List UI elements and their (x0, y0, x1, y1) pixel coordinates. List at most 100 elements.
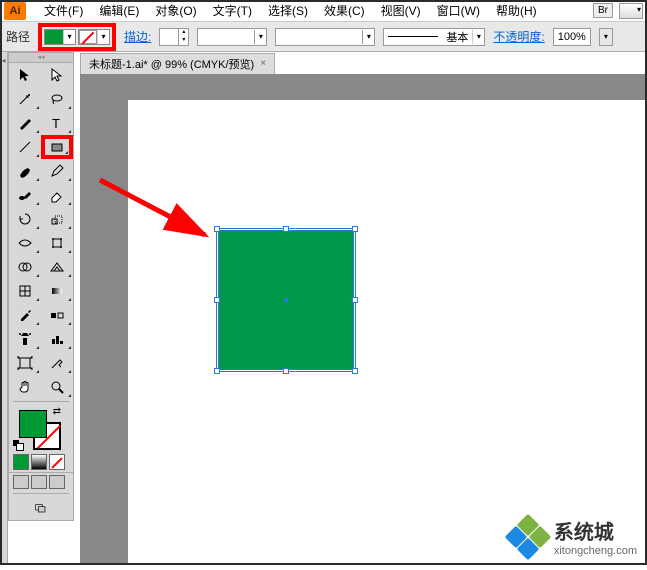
pen-tool[interactable] (9, 111, 41, 135)
gradient-tool[interactable] (41, 279, 73, 303)
stroke-label[interactable]: 描边: (124, 28, 151, 45)
free-transform-tool[interactable] (41, 231, 73, 255)
resize-handle-bottom-left[interactable] (214, 368, 220, 374)
resize-handle-bottom-center[interactable] (283, 368, 289, 374)
lasso-tool[interactable] (41, 87, 73, 111)
tools-panel-grip[interactable] (9, 53, 73, 63)
rotate-tool[interactable] (9, 207, 41, 231)
menu-file[interactable]: 文件(F) (36, 2, 91, 19)
screen-mode-full[interactable] (49, 475, 65, 489)
default-fill-stroke-icon[interactable] (13, 440, 23, 450)
canvas-background[interactable] (80, 74, 647, 565)
fill-swatch-large[interactable] (19, 410, 47, 438)
resize-handle-top-right[interactable] (352, 226, 358, 232)
svg-text:T: T (52, 116, 60, 131)
blend-tool[interactable] (41, 303, 73, 327)
close-tab-icon[interactable]: × (260, 58, 266, 69)
menu-window[interactable]: 窗口(W) (429, 2, 488, 19)
hand-tool[interactable] (9, 375, 41, 399)
scale-tool[interactable] (41, 207, 73, 231)
resize-handle-middle-right[interactable] (352, 297, 358, 303)
type-tool[interactable]: T (41, 111, 73, 135)
menu-view[interactable]: 视图(V) (373, 2, 429, 19)
shape-builder-tool[interactable] (9, 255, 41, 279)
selection-bounding-box (216, 228, 356, 372)
artboard[interactable] (128, 100, 647, 570)
symbol-sprayer-tool[interactable] (9, 327, 41, 351)
color-mode-solid[interactable] (13, 454, 29, 470)
selection-tool[interactable] (9, 63, 41, 87)
screen-mode-normal[interactable] (13, 475, 29, 489)
stroke-width-input[interactable]: ▴▾ (159, 28, 189, 46)
opacity-value: 100% (558, 31, 586, 43)
eyedropper-tool[interactable] (9, 303, 41, 327)
menu-text[interactable]: 文字(T) (205, 2, 260, 19)
fill-swatch-icon (45, 30, 63, 44)
no-stroke-icon (79, 30, 97, 44)
menu-select[interactable]: 选择(S) (260, 2, 316, 19)
document-tab[interactable]: 未标题-1.ai* @ 99% (CMYK/预览) × (80, 53, 275, 74)
menu-object[interactable]: 对象(O) (147, 2, 204, 19)
panel-collapse-strip[interactable] (0, 52, 8, 565)
slice-tool[interactable] (41, 351, 73, 375)
variable-width-select[interactable]: ▾ (275, 28, 375, 46)
watermark-logo-icon (508, 517, 548, 557)
screen-mode-row (9, 472, 73, 491)
resize-handle-middle-left[interactable] (214, 297, 220, 303)
swap-fill-stroke-icon[interactable]: ⇄ (53, 406, 61, 417)
color-mode-none[interactable] (49, 454, 65, 470)
blob-brush-tool[interactable] (9, 183, 41, 207)
color-mode-gradient[interactable] (31, 454, 47, 470)
brush-definition-select[interactable]: 基本 ▾ (383, 28, 485, 46)
stroke-color-button[interactable]: ▾ (78, 29, 110, 45)
document-tab-title: 未标题-1.ai* @ 99% (CMYK/预览) (89, 56, 254, 72)
spin-down-icon[interactable]: ▾ (178, 37, 188, 45)
workspace-switcher[interactable] (619, 3, 643, 19)
watermark: 系统城 xitongcheng.com (508, 516, 637, 557)
spin-up-icon[interactable]: ▴ (178, 29, 188, 37)
opacity-label[interactable]: 不透明度: (493, 28, 544, 45)
opacity-dropdown[interactable]: ▾ (599, 28, 613, 46)
line-tool[interactable] (9, 135, 41, 159)
annotation-arrow-icon (95, 175, 225, 255)
options-bar: 路径 ▾ ▾ 描边: ▴▾ ▾ ▾ 基本 ▾ 不透明度: 100% ▾ (0, 22, 647, 52)
fill-stroke-indicator[interactable]: ⇄ (9, 404, 73, 452)
chevron-down-icon: ▾ (63, 30, 75, 44)
column-graph-tool[interactable] (41, 327, 73, 351)
resize-handle-bottom-right[interactable] (352, 368, 358, 374)
opacity-input[interactable]: 100% (553, 28, 591, 46)
edit-toolbar-button[interactable] (9, 496, 73, 520)
path-label: 路径 (6, 28, 30, 45)
fill-color-button[interactable]: ▾ (44, 29, 76, 45)
watermark-url: xitongcheng.com (554, 545, 637, 557)
artboard-tool[interactable] (9, 351, 41, 375)
screen-mode-full-menu[interactable] (31, 475, 47, 489)
paintbrush-tool[interactable] (9, 159, 41, 183)
direct-selection-tool[interactable] (41, 63, 73, 87)
menu-effect[interactable]: 效果(C) (316, 2, 373, 19)
menu-bar: Ai 文件(F) 编辑(E) 对象(O) 文字(T) 选择(S) 效果(C) 视… (0, 0, 647, 22)
mesh-tool[interactable] (9, 279, 41, 303)
stroke-width-value (160, 29, 178, 45)
perspective-grid-tool[interactable] (41, 255, 73, 279)
color-mode-row (9, 452, 73, 472)
magic-wand-tool[interactable] (9, 87, 41, 111)
rectangle-tool[interactable] (41, 135, 73, 159)
tools-panel: T ⇄ (8, 52, 74, 521)
selection-center-icon (284, 298, 288, 302)
menu-edit[interactable]: 编辑(E) (91, 2, 147, 19)
line-preview-icon (388, 36, 438, 37)
bridge-badge[interactable]: Br (593, 3, 613, 18)
pencil-tool[interactable] (41, 159, 73, 183)
document-tabs: 未标题-1.ai* @ 99% (CMYK/预览) × (80, 52, 275, 74)
resize-handle-top-center[interactable] (283, 226, 289, 232)
width-tool[interactable] (9, 231, 41, 255)
menu-help[interactable]: 帮助(H) (488, 2, 545, 19)
app-icon: Ai (4, 2, 26, 20)
watermark-title: 系统城 (554, 516, 637, 545)
chevron-down-icon: ▾ (97, 30, 109, 44)
fill-stroke-controls-highlight: ▾ ▾ (38, 23, 116, 51)
stroke-style-select[interactable]: ▾ (197, 28, 267, 46)
zoom-tool[interactable] (41, 375, 73, 399)
eraser-tool[interactable] (41, 183, 73, 207)
